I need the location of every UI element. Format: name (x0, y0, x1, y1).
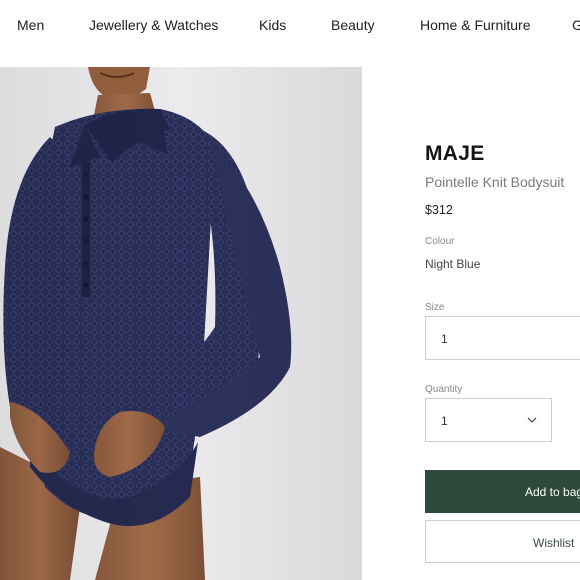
add-to-bag-label: Add to bag (525, 485, 580, 499)
colour-label: Colour (425, 236, 455, 247)
add-to-bag-button[interactable]: Add to bag (425, 470, 580, 513)
nav-item-beauty[interactable]: Beauty (331, 17, 375, 33)
wishlist-button[interactable]: Wishlist (425, 520, 580, 563)
nav-item-home-furniture[interactable]: Home & Furniture (420, 17, 530, 33)
nav-item-kids[interactable]: Kids (259, 17, 286, 33)
product-name: Pointelle Knit Bodysuit (425, 174, 565, 190)
quantity-label: Quantity (425, 384, 463, 395)
quantity-select-value: 1 (441, 414, 448, 428)
product-brand[interactable]: MAJE (425, 142, 485, 166)
quantity-select[interactable]: 1 (425, 398, 552, 442)
wishlist-label: Wishlist (533, 536, 575, 550)
nav-item-more[interactable]: G (572, 17, 580, 33)
product-image[interactable] (0, 67, 362, 580)
colour-value: Night Blue (425, 257, 481, 271)
size-select[interactable]: 1 (425, 316, 580, 360)
nav-item-men[interactable]: Men (17, 17, 44, 33)
top-navigation: Men Jewellery & Watches Kids Beauty Home… (0, 0, 580, 52)
chevron-down-icon (527, 417, 537, 423)
size-select-value: 1 (441, 332, 448, 346)
product-photo-illustration (0, 67, 362, 580)
size-label: Size (425, 302, 445, 313)
nav-item-jewellery-watches[interactable]: Jewellery & Watches (89, 17, 218, 33)
product-price: $312 (425, 203, 453, 217)
